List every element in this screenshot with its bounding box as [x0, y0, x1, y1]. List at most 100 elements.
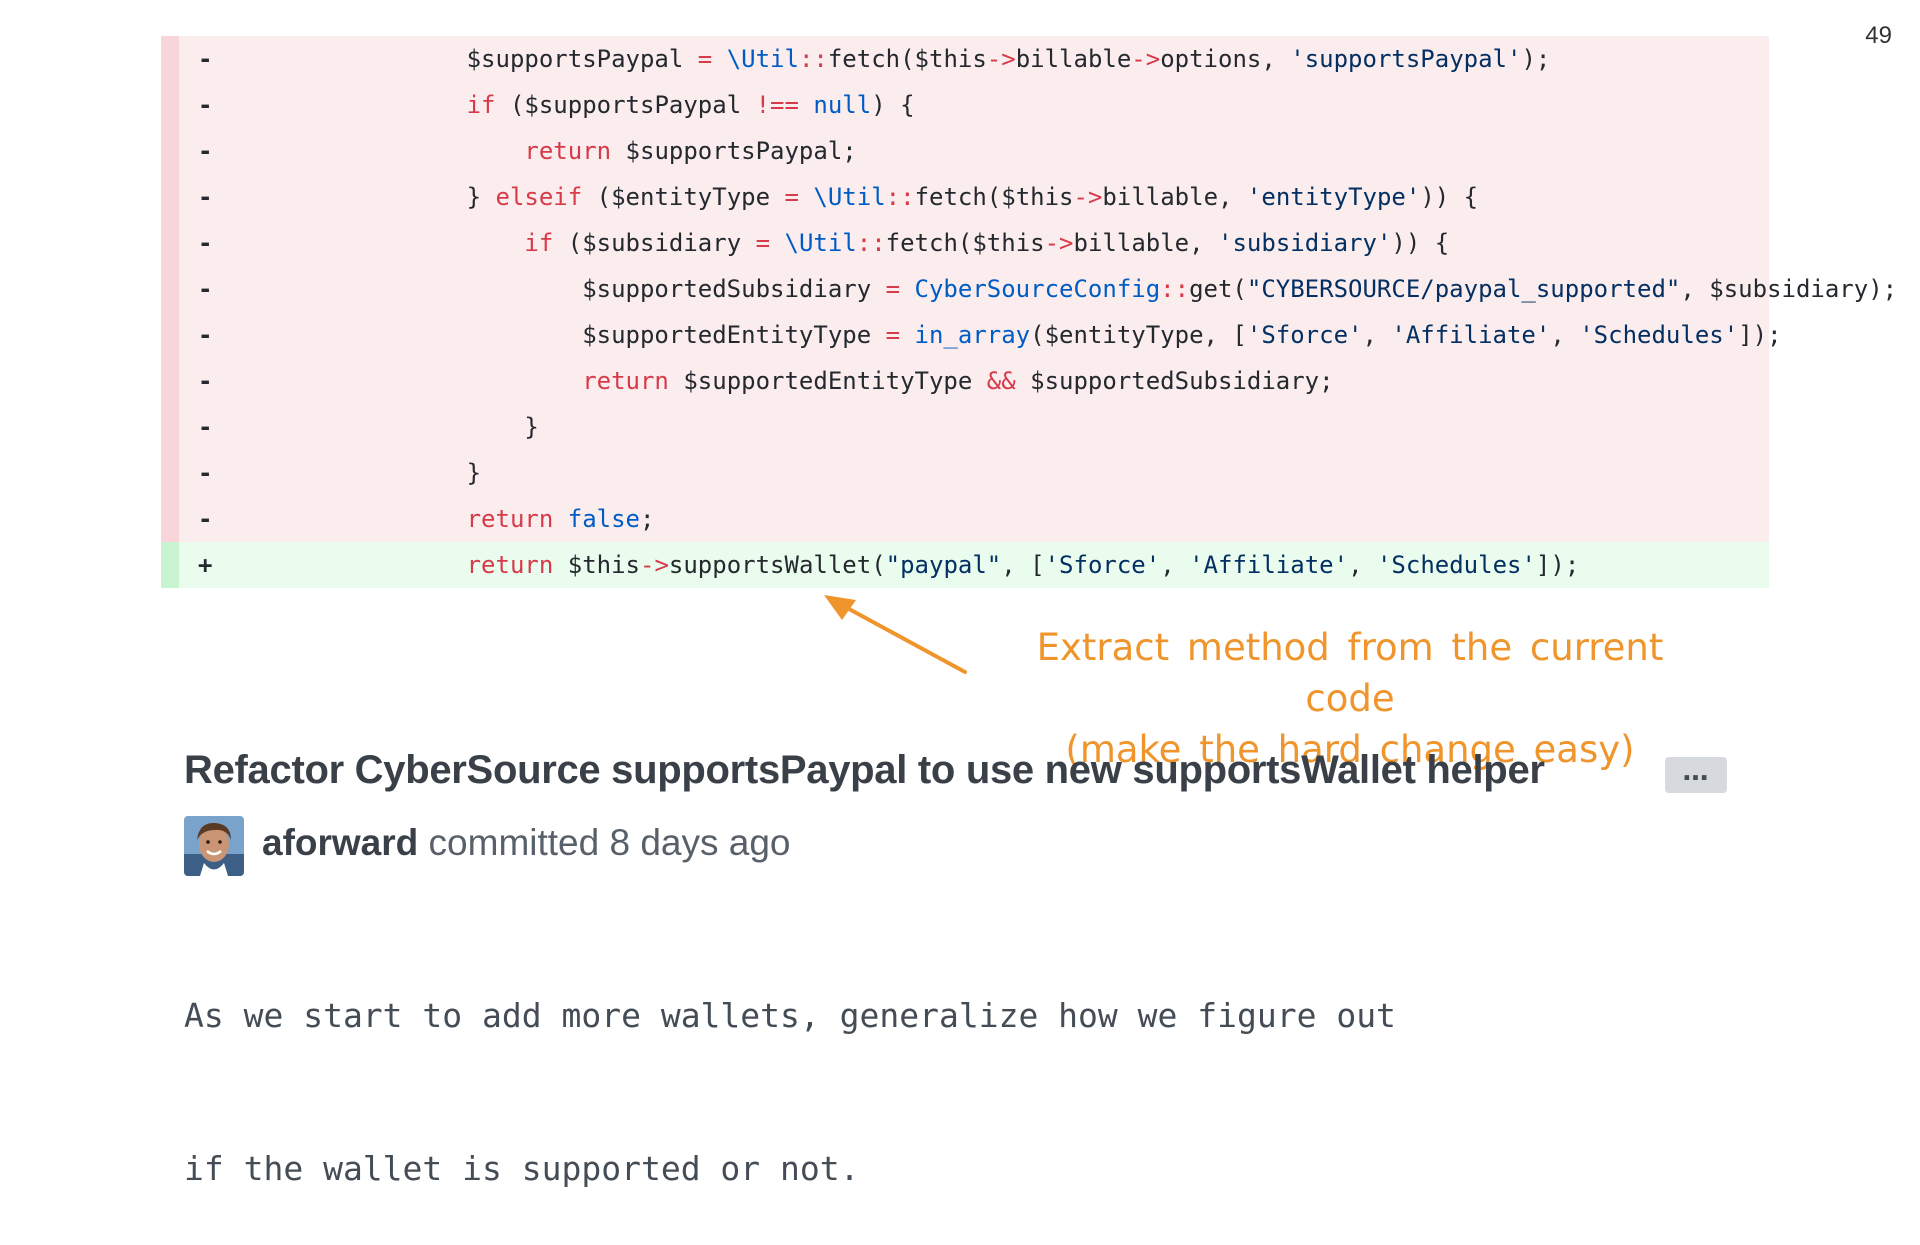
code-token: ->	[1044, 229, 1074, 257]
code-token: supportsWallet(	[668, 551, 886, 579]
slide-number: 49	[1865, 22, 1892, 49]
diff-gutter	[161, 174, 179, 220]
code-line: return $supportsPaypal;	[351, 128, 856, 174]
code-token: ($entityType, [	[1030, 321, 1247, 349]
code-token: "paypal"	[885, 551, 1002, 579]
code-token: return	[466, 551, 554, 579]
code-token: $supportedSubsidiary	[351, 275, 886, 303]
code-token: );	[1521, 45, 1551, 73]
diff-marker: -	[198, 505, 213, 533]
code-line: } elseif ($entityType = \Util::fetch($th…	[351, 174, 1479, 220]
diff-line-deleted: - }	[161, 404, 1769, 450]
code-token: )) {	[1391, 229, 1450, 257]
code-token: ->	[1131, 45, 1161, 73]
diff-gutter	[161, 220, 179, 266]
code-line: return $this->supportsWallet("paypal", […	[351, 542, 1580, 588]
code-token: =	[885, 321, 901, 349]
code-token: "CYBERSOURCE/paypal_supported"	[1246, 275, 1681, 303]
code-token: 'Schedules'	[1376, 551, 1536, 579]
avatar-icon	[184, 816, 244, 876]
code-token: ,	[1348, 551, 1377, 579]
code-token: )) {	[1420, 183, 1479, 211]
diff-marker: -	[198, 45, 213, 73]
code-token: billable,	[1073, 229, 1219, 257]
code-token: return	[466, 505, 554, 533]
diff-marker: -	[198, 91, 213, 119]
author-link[interactable]: aforward	[262, 822, 418, 863]
code-token: 'Schedules'	[1579, 321, 1739, 349]
diff-marker: -	[198, 321, 213, 349]
code-line: $supportedSubsidiary = CyberSourceConfig…	[351, 266, 1897, 312]
diff-gutter	[161, 450, 179, 496]
code-token: 'Affiliate'	[1189, 551, 1349, 579]
code-line: $supportedEntityType = in_array($entityT…	[351, 312, 1782, 358]
code-token: !==	[755, 91, 799, 119]
code-token: billable	[1015, 45, 1132, 73]
diff-marker: +	[198, 551, 213, 579]
code-token: CyberSourceConfig	[914, 275, 1161, 303]
code-token: if	[524, 229, 554, 257]
code-token: ) {	[871, 91, 915, 119]
diff-gutter	[161, 312, 179, 358]
code-token: elseif	[495, 183, 583, 211]
code-token: ;	[640, 505, 655, 533]
diff-marker: -	[198, 367, 213, 395]
code-line: return false;	[351, 496, 655, 542]
code-token: \Util	[726, 45, 799, 73]
code-token: $this	[553, 551, 640, 579]
commit-meta: aforward committed 8 days ago	[262, 822, 791, 864]
commit-message-line-1: As we start to add more wallets, general…	[184, 996, 1396, 1035]
code-token: $supportedSubsidiary;	[1015, 367, 1334, 395]
code-token: options,	[1160, 45, 1291, 73]
code-token: 'Sforce'	[1044, 551, 1161, 579]
diff-line-deleted: - return $supportedEntityType && $suppor…	[161, 358, 1769, 404]
code-token: , $subsidiary);	[1680, 275, 1898, 303]
code-token: =	[697, 45, 713, 73]
code-line: $supportsPaypal = \Util::fetch($this ->bi…	[351, 36, 1551, 82]
diff-gutter	[161, 358, 179, 404]
code-token: =	[885, 275, 901, 303]
code-token: =	[755, 229, 771, 257]
diff-marker: -	[198, 183, 213, 211]
code-token: ]);	[1738, 321, 1782, 349]
code-token: ,	[1362, 321, 1392, 349]
code-token: get(	[1189, 275, 1247, 303]
code-line: if ($subsidiary = \Util::fetch($this->bi…	[351, 220, 1449, 266]
code-token: ::	[798, 45, 828, 73]
code-token: fetch($this	[827, 45, 987, 73]
commit-title[interactable]: Refactor CyberSource supportsPaypal to u…	[184, 748, 1545, 793]
code-token: ::	[856, 229, 886, 257]
diff-line-added: + return $this->supportsWallet("paypal",…	[161, 542, 1769, 588]
diff-gutter	[161, 542, 179, 588]
diff-line-deleted: - return $supportsPaypal;	[161, 128, 1769, 174]
annotation-line-1: Extract method from the current code	[1036, 626, 1664, 720]
code-token: if	[466, 91, 496, 119]
diff-marker: -	[198, 275, 213, 303]
avatar[interactable]	[184, 816, 244, 876]
code-token: ($entityType	[582, 183, 785, 211]
diff-line-deleted: - $supportsPaypal = \Util::fetch($this ->…	[161, 36, 1769, 82]
code-token: $supportedEntityType	[351, 321, 886, 349]
diff-gutter	[161, 266, 179, 312]
more-button[interactable]: …	[1665, 757, 1727, 793]
annotation-arrow-icon	[824, 595, 967, 674]
code-line: }	[351, 450, 481, 496]
code-token: }	[351, 183, 496, 211]
diff-marker: -	[198, 137, 213, 165]
code-token: $supportsPaypal	[351, 45, 698, 73]
diff-line-deleted: - if ($supportsPaypal !== null) {	[161, 82, 1769, 128]
code-token: ::	[885, 183, 915, 211]
code-token: =	[784, 183, 799, 211]
code-token: , [	[1001, 551, 1045, 579]
code-token: ($supportsPaypal	[495, 91, 756, 119]
diff-gutter	[161, 82, 179, 128]
